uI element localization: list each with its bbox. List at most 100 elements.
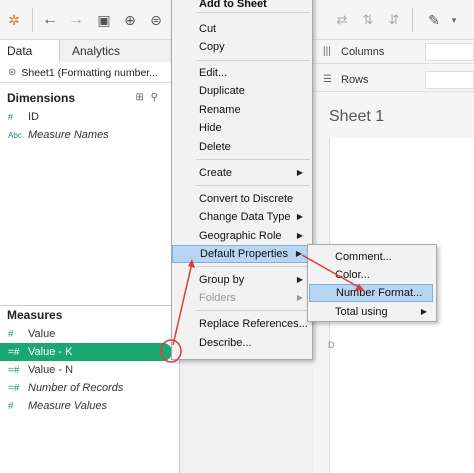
submenu-item-total-using[interactable]: Total using ▶ bbox=[308, 303, 436, 321]
tableau-logo-icon[interactable]: ✲ bbox=[4, 10, 24, 30]
number-icon: # bbox=[8, 112, 14, 122]
measures-header: Measures bbox=[0, 305, 180, 325]
menu-separator bbox=[196, 185, 310, 186]
measure-field-measure-values[interactable]: # Measure Values bbox=[0, 397, 180, 415]
menu-item-copy[interactable]: Copy bbox=[172, 38, 312, 56]
sort-descending-icon[interactable]: ⇵ bbox=[384, 10, 404, 30]
menu-item-label: Default Properties bbox=[200, 248, 289, 260]
toolbar-separator bbox=[412, 8, 413, 32]
datasource-name: Sheet1 (Formatting number... bbox=[21, 66, 158, 79]
menu-item-edit[interactable]: Edit... bbox=[172, 64, 312, 82]
number-icon: # bbox=[8, 328, 14, 340]
submenu-arrow-icon: ▶ bbox=[296, 168, 303, 177]
dimensions-title: Dimensions bbox=[7, 91, 76, 105]
rows-icon: ☰ bbox=[323, 74, 332, 85]
highlight-pen-icon[interactable]: ✎ bbox=[424, 10, 444, 30]
menu-item-group-by[interactable]: Group by ▶ bbox=[172, 271, 312, 289]
dimensions-tools-icons[interactable]: ⊞ ⚲ bbox=[136, 92, 160, 103]
submenu-item-comment[interactable]: Comment... bbox=[308, 248, 436, 266]
calculated-number-icon: =# bbox=[8, 382, 20, 394]
submenu-arrow-icon: ▶ bbox=[295, 249, 302, 258]
measures-title: Measures bbox=[7, 308, 63, 322]
shelves: ||| Columns ☰ Rows bbox=[313, 40, 474, 96]
number-icon: # bbox=[8, 400, 14, 412]
submenu-item-number-format[interactable]: Number Format... bbox=[309, 284, 433, 302]
data-pane: Data Analytics ⊜ Sheet1 (Formatting numb… bbox=[0, 40, 180, 473]
field-label: Value - N bbox=[28, 364, 74, 376]
axis-letter: D bbox=[328, 340, 335, 350]
submenu-arrow-icon: ▶ bbox=[296, 275, 303, 284]
measure-field-value-n[interactable]: =# Value - N bbox=[0, 361, 180, 379]
sheet-title[interactable]: Sheet 1 bbox=[329, 108, 384, 126]
menu-item-label: Change Data Type bbox=[199, 211, 291, 223]
save-icon[interactable]: ▣ bbox=[94, 10, 114, 30]
menu-item-cut[interactable]: Cut bbox=[172, 20, 312, 38]
submenu-item-color[interactable]: Color... bbox=[308, 266, 436, 284]
measure-field-number-of-records[interactable]: =# Number of Records bbox=[0, 379, 180, 397]
columns-icon: ||| bbox=[323, 46, 331, 57]
menu-item-label: Folders bbox=[199, 292, 236, 304]
undo-icon[interactable]: ← bbox=[40, 10, 60, 30]
submenu-arrow-icon: ▶ bbox=[296, 231, 303, 240]
toolbar-separator bbox=[32, 8, 33, 32]
abc-icon: Abc bbox=[8, 130, 22, 140]
menu-item-replace-references[interactable]: Replace References... bbox=[172, 315, 312, 333]
columns-drop-area[interactable] bbox=[425, 43, 474, 61]
rows-shelf[interactable]: ☰ Rows bbox=[313, 68, 474, 92]
menu-separator bbox=[196, 310, 310, 311]
menu-item-label: Geographic Role bbox=[199, 230, 282, 242]
new-datasource-icon[interactable]: ⊕ bbox=[120, 10, 140, 30]
menu-item-delete[interactable]: Delete bbox=[172, 138, 312, 156]
field-label: Measure Names bbox=[28, 129, 109, 141]
rows-label: Rows bbox=[341, 73, 369, 86]
pane-tabs: Data Analytics bbox=[0, 40, 180, 62]
calculated-number-icon: =# bbox=[8, 364, 20, 376]
menu-item-geographic-role[interactable]: Geographic Role ▶ bbox=[172, 227, 312, 245]
datasource-row[interactable]: ⊜ Sheet1 (Formatting number... bbox=[0, 63, 180, 83]
columns-label: Columns bbox=[341, 45, 385, 58]
menu-item-label: Group by bbox=[199, 274, 245, 286]
field-label: Value bbox=[28, 328, 56, 340]
chevron-down-icon[interactable]: ▾ bbox=[444, 10, 464, 30]
dimensions-header: Dimensions ⊞ ⚲ bbox=[0, 88, 180, 108]
dimension-field-id[interactable]: # ID bbox=[0, 108, 180, 126]
rows-drop-area[interactable] bbox=[425, 71, 474, 89]
columns-shelf[interactable]: ||| Columns bbox=[313, 40, 474, 64]
submenu-arrow-icon: ▶ bbox=[420, 307, 427, 316]
field-label: Measure Values bbox=[28, 400, 108, 412]
menu-separator bbox=[196, 12, 310, 13]
swap-icon[interactable]: ⇄ bbox=[332, 10, 352, 30]
sort-ascending-icon[interactable]: ⇅ bbox=[358, 10, 378, 30]
measure-field-value[interactable]: # Value bbox=[0, 325, 180, 343]
menu-item-duplicate[interactable]: Duplicate bbox=[172, 82, 312, 100]
submenu-arrow-icon: ▶ bbox=[296, 212, 303, 221]
menu-item-create[interactable]: Create ▶ bbox=[172, 164, 312, 182]
datasource-cylinder-icon[interactable]: ⊜ bbox=[146, 10, 166, 30]
menu-separator bbox=[196, 159, 310, 160]
menu-item-default-properties[interactable]: Default Properties ▶ bbox=[172, 245, 312, 263]
menu-separator bbox=[196, 266, 310, 267]
dimension-field-measure-names[interactable]: Abc Measure Names bbox=[0, 126, 180, 144]
menu-item-convert-to-discrete[interactable]: Convert to Discrete bbox=[172, 190, 312, 208]
menu-item-label: Create bbox=[199, 167, 233, 179]
field-label: ID bbox=[28, 111, 39, 123]
menu-item-hide[interactable]: Hide bbox=[172, 119, 312, 137]
field-label: Number of Records bbox=[28, 382, 124, 394]
submenu-arrow-icon: ▶ bbox=[296, 293, 303, 302]
measure-field-value-k[interactable]: =# Value - K bbox=[0, 343, 172, 361]
menu-separator bbox=[196, 60, 310, 61]
tableau-window: ✲ ← → ▣ ⊕ ⊜ ⇄ ⇅ ⇵ ✎ ▾ Data Analytics ⊜ S… bbox=[0, 0, 474, 473]
field-label: Value - K bbox=[28, 346, 73, 358]
tab-analytics[interactable]: Analytics bbox=[60, 40, 180, 62]
datasource-cylinder-icon: ⊜ bbox=[8, 67, 17, 78]
menu-item-folders: Folders ▶ bbox=[172, 289, 312, 307]
redo-icon[interactable]: → bbox=[66, 10, 86, 30]
calculated-number-icon: =# bbox=[8, 346, 20, 358]
menu-item-describe[interactable]: Describe... bbox=[172, 334, 312, 352]
menu-item-change-data-type[interactable]: Change Data Type ▶ bbox=[172, 208, 312, 226]
menu-item-rename[interactable]: Rename bbox=[172, 101, 312, 119]
submenu-item-label: Total using bbox=[335, 306, 388, 318]
tab-data[interactable]: Data bbox=[0, 40, 60, 62]
field-context-menu: Add to Sheet Cut Copy Edit... Duplicate … bbox=[171, 0, 313, 360]
default-properties-submenu: Comment... Color... Number Format... Tot… bbox=[307, 244, 437, 322]
